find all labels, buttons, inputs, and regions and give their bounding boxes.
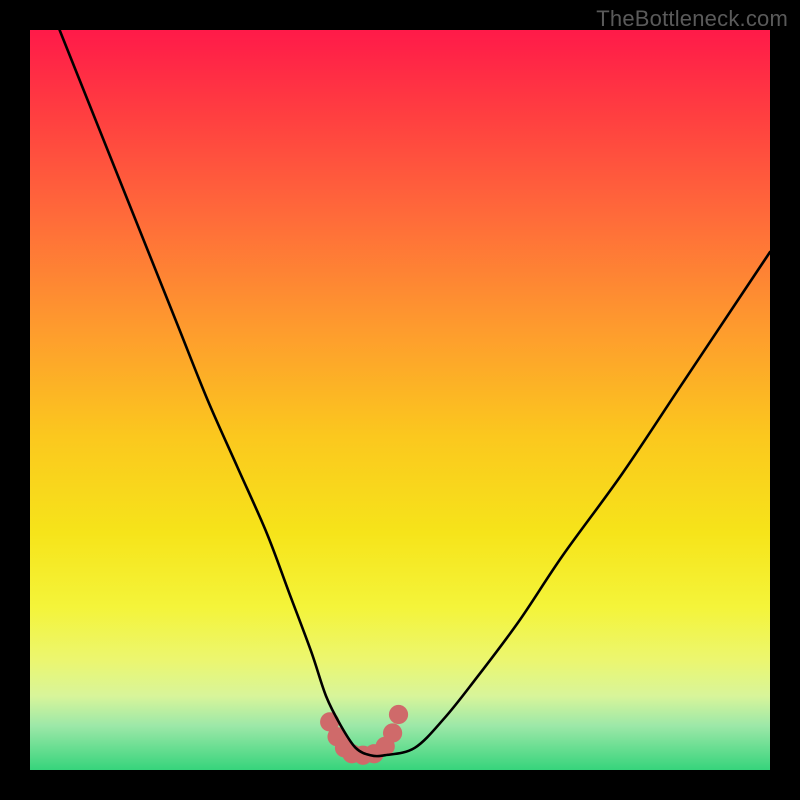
chart-frame: TheBottleneck.com (0, 0, 800, 800)
plot-area (30, 30, 770, 770)
marker-dot (383, 723, 402, 742)
chart-svg (30, 30, 770, 770)
watermark-text: TheBottleneck.com (596, 6, 788, 32)
bottleneck-curve (60, 30, 770, 756)
marker-dot (389, 705, 408, 724)
